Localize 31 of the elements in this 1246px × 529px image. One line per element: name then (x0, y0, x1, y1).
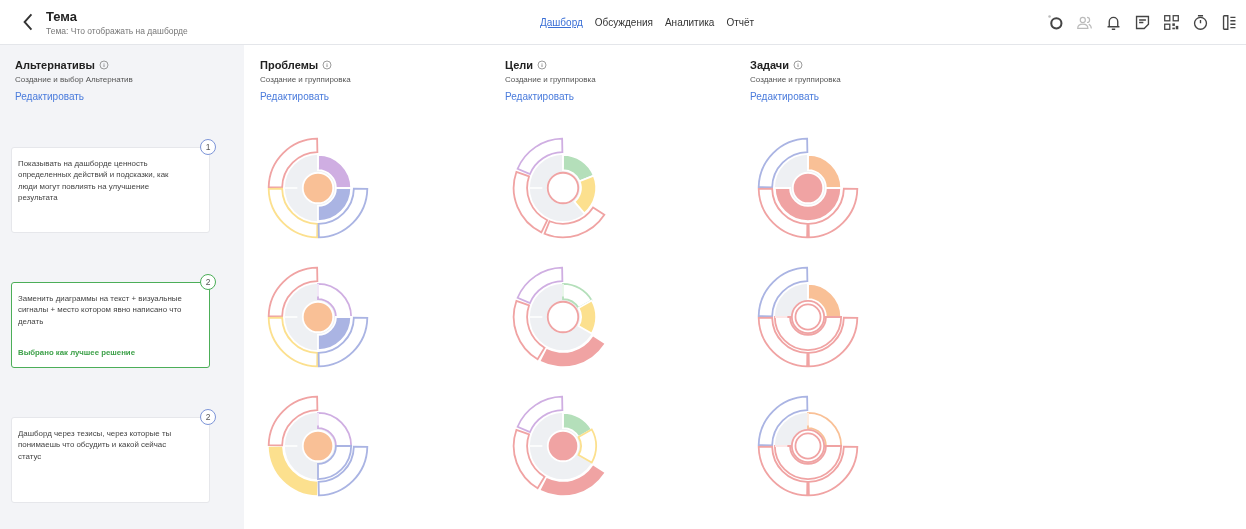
edit-link[interactable]: Редактировать (260, 91, 330, 102)
info-icon[interactable] (537, 60, 548, 70)
info-icon[interactable] (793, 60, 803, 70)
tab[interactable]: Отчёт (724, 14, 757, 30)
section-subtitle: Создание и выбор Альтернатив (15, 75, 134, 84)
section-title: Цели (505, 59, 534, 71)
note-icon[interactable] (1134, 13, 1151, 31)
tab[interactable]: Обсуждения (592, 14, 655, 30)
number-badge: 2 (200, 274, 216, 290)
stopwatch-icon[interactable] (1192, 13, 1209, 31)
back-icon[interactable] (22, 12, 34, 32)
qr-code-icon[interactable] (1163, 13, 1180, 31)
number-badge: 2 (200, 409, 216, 425)
spinner-icon[interactable] (1047, 13, 1064, 31)
info-icon[interactable] (322, 60, 333, 70)
section-title: Альтернативы (15, 59, 96, 71)
layout-icon[interactable] (1221, 13, 1238, 31)
section-title: Задачи (750, 59, 789, 71)
edit-link[interactable]: Редактировать (505, 91, 575, 102)
section-subtitle: Создание и группировка (260, 75, 351, 84)
section-title: Проблемы (260, 59, 319, 71)
tab[interactable]: Аналитика (662, 14, 717, 30)
page-subtitle: Тема: Что отображать на дашборде (46, 25, 188, 36)
info-icon[interactable] (99, 60, 110, 70)
edit-link[interactable]: Редактировать (750, 91, 820, 102)
page-title: Тема (46, 8, 79, 24)
section-subtitle: Создание и группировка (750, 75, 841, 84)
tab[interactable]: Дашборд (538, 14, 585, 30)
section-subtitle: Создание и группировка (505, 75, 596, 84)
edit-link[interactable]: Редактировать (15, 91, 85, 102)
number-badge: 1 (200, 139, 216, 155)
